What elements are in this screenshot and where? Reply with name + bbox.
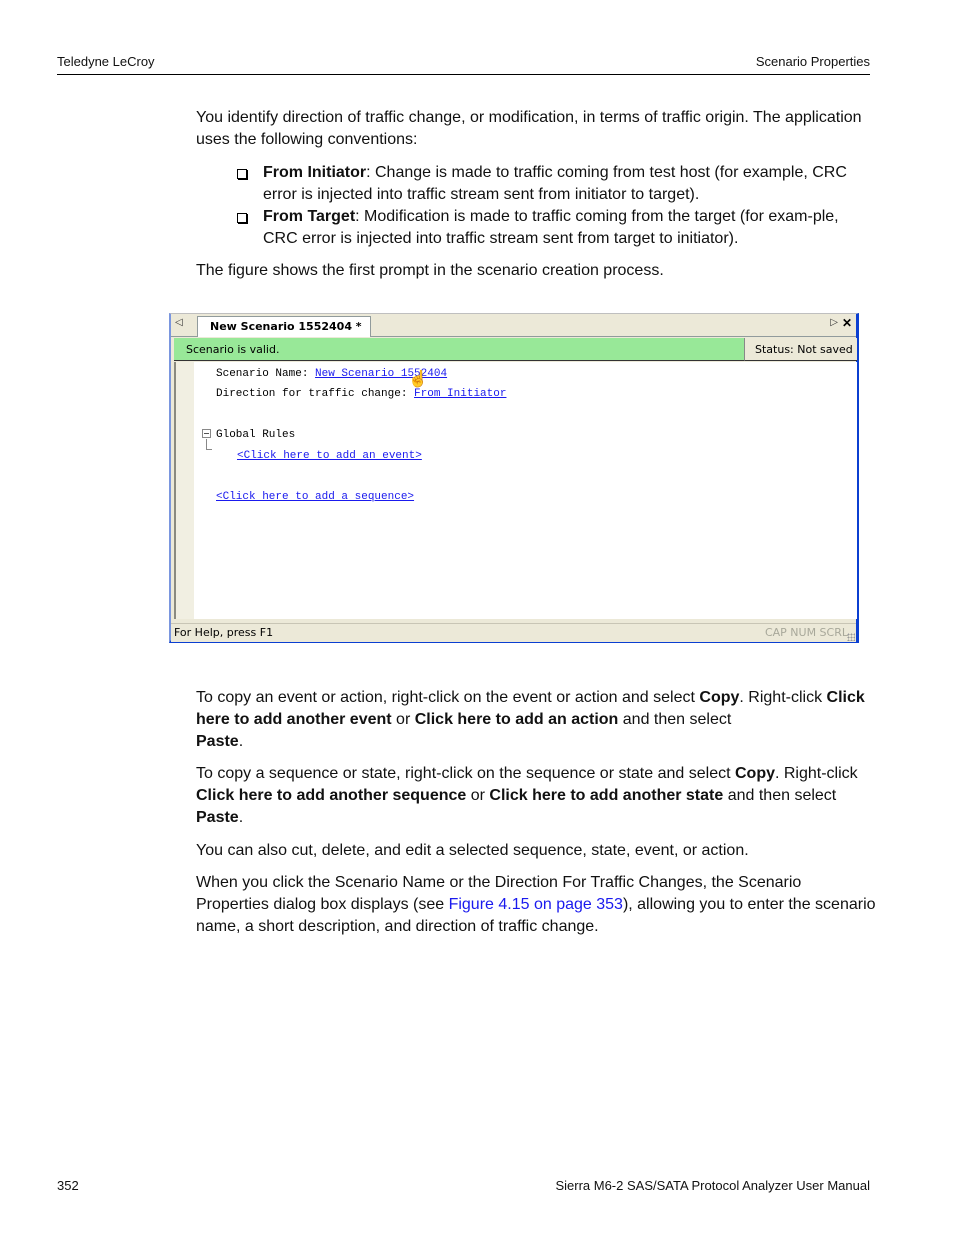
- scenario-window-screenshot: ◁ New Scenario 1552404 * ▷ ✕ Scenario is…: [169, 313, 859, 643]
- header-rule: [57, 74, 870, 75]
- manual-title: Sierra M6-2 SAS/SATA Protocol Analyzer U…: [555, 1178, 870, 1193]
- bullet-term: From Initiator: [263, 164, 367, 181]
- direction-row: Direction for traffic change: From Initi…: [216, 388, 506, 400]
- direction-label: Direction for traffic change:: [216, 388, 415, 400]
- copy-event-paragraph: To copy an event or action, right-click …: [196, 687, 876, 753]
- conventions-list: From Initiator: Change is made to traffi…: [236, 162, 866, 250]
- save-status-box: Status: Not saved: [744, 338, 857, 361]
- checkbox-bullet-icon: [237, 213, 247, 223]
- add-event-link[interactable]: <Click here to add an event>: [237, 450, 422, 462]
- tab-bar: ◁ New Scenario 1552404 * ▷ ✕: [171, 314, 856, 337]
- bold-term: Click here to add another sequence: [196, 787, 467, 804]
- page-header-right: Scenario Properties: [755, 54, 870, 69]
- cut-delete-paragraph: You can also cut, delete, and edit a sel…: [196, 842, 749, 859]
- text: .: [238, 733, 244, 750]
- figure-intro-paragraph: The figure shows the first prompt in the…: [196, 262, 664, 279]
- scroll-left-arrow-icon[interactable]: ◁: [175, 317, 183, 328]
- help-text: For Help, press F1: [174, 626, 274, 639]
- bold-copy: Copy: [734, 765, 775, 782]
- scroll-right-arrow-icon[interactable]: ▷: [830, 317, 838, 328]
- validation-bar: Scenario is valid.: [174, 338, 744, 361]
- bold-paste: Paste: [196, 809, 239, 826]
- add-sequence-link-text[interactable]: <Click here to add a sequence>: [216, 491, 414, 503]
- validation-message: Scenario is valid.: [186, 343, 280, 356]
- text: and then select: [618, 711, 732, 728]
- scenario-name-label: Scenario Name:: [216, 368, 316, 380]
- close-icon[interactable]: ✕: [842, 316, 852, 330]
- add-event-link-text[interactable]: <Click here to add an event>: [237, 450, 422, 462]
- intro-paragraph: You identify direction of traffic change…: [196, 109, 862, 148]
- bold-term: Click here to add another state: [489, 787, 724, 804]
- bold-paste: Paste: [196, 733, 239, 750]
- status-bar: For Help, press F1 CAP NUM SCRL: [171, 623, 856, 642]
- scenario-properties-paragraph: When you click the Scenario Name or the …: [196, 872, 876, 938]
- resize-grip-icon[interactable]: [847, 633, 855, 641]
- text: or: [391, 711, 415, 728]
- copy-sequence-paragraph: To copy a sequence or state, right-click…: [196, 763, 876, 829]
- key-indicators: CAP NUM SCRL: [764, 626, 848, 639]
- editor-gutter: [174, 362, 194, 619]
- scenario-editor: Scenario Name: New Scenario 1552404 ☝ Di…: [194, 362, 857, 619]
- collapse-tree-icon[interactable]: [202, 429, 211, 438]
- text: and then select: [723, 787, 837, 804]
- text: To copy an event or action, right-click …: [196, 689, 700, 706]
- text: .: [238, 809, 244, 826]
- page-number: 352: [57, 1178, 79, 1193]
- page-header-left: Teledyne LeCroy: [57, 54, 155, 69]
- save-status-text: Status: Not saved: [755, 343, 853, 356]
- bullet-from-target: From Target: Modification is made to tra…: [236, 206, 866, 250]
- bold-term: Click here to add an action: [414, 711, 619, 728]
- bold-copy: Copy: [699, 689, 740, 706]
- add-sequence-link[interactable]: <Click here to add a sequence>: [216, 491, 414, 503]
- text: or: [466, 787, 490, 804]
- text: To copy a sequence or state, right-click…: [196, 765, 735, 782]
- text: . Right-click: [774, 765, 858, 782]
- bullet-term: From Target: [263, 208, 356, 225]
- figure-reference-link[interactable]: Figure 4.15 on page 353: [449, 896, 623, 913]
- text: . Right-click: [739, 689, 827, 706]
- hand-cursor-icon: ☝: [408, 371, 428, 388]
- bullet-from-initiator: From Initiator: Change is made to traffi…: [236, 162, 866, 206]
- global-rules-label: Global Rules: [216, 429, 296, 441]
- direction-link[interactable]: From Initiator: [414, 388, 506, 400]
- tree-connector: [206, 439, 212, 450]
- tab-new-scenario[interactable]: New Scenario 1552404 *: [197, 316, 371, 337]
- checkbox-bullet-icon: [237, 169, 247, 179]
